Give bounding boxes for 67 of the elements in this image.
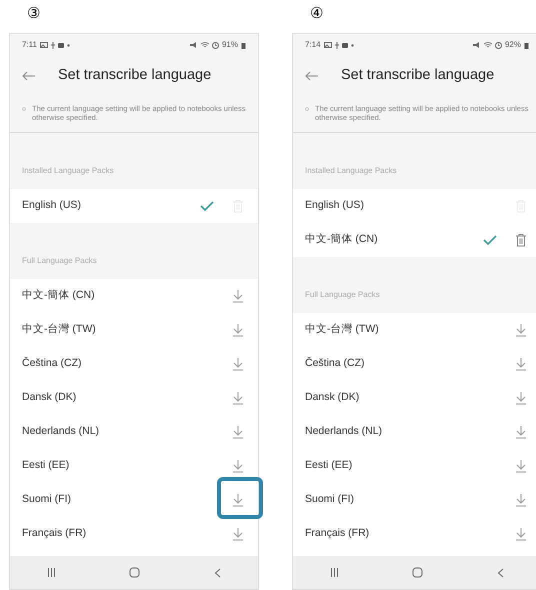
download-icon[interactable] [232,527,244,541]
language-name[interactable]: Suomi (FI) [22,492,232,508]
battery-icon [524,42,529,48]
wifi-icon [200,42,209,48]
info-dot-icon [22,107,26,111]
home-icon[interactable] [129,567,140,578]
language-name[interactable]: Dansk (DK) [305,390,515,406]
gallery-icon [40,42,48,48]
download-icon[interactable] [232,425,244,439]
language-name[interactable]: 中文-簡体 (CN) [305,232,483,248]
download-icon[interactable] [232,289,244,303]
download-icon[interactable] [232,357,244,371]
battery-level: 92% [504,39,521,51]
back-arrow-icon[interactable] [22,71,36,81]
download-icon[interactable] [515,391,527,405]
download-icon[interactable] [515,493,527,507]
alarm-icon [212,42,219,48]
language-name[interactable]: 中文-台灣 (TW) [305,322,515,338]
section-heading: Installed Language Packs [304,165,398,177]
download-icon[interactable] [232,391,244,405]
language-name[interactable]: English (US) [305,198,483,214]
mute-icon [190,42,198,48]
gallery-icon [324,42,332,48]
download-icon[interactable] [515,357,527,371]
step-label: ③ [26,4,41,24]
battery-level: 91% [222,39,238,51]
back-icon[interactable] [214,568,222,578]
download-icon[interactable] [232,323,244,337]
language-name[interactable]: Čeština (CZ) [305,356,515,372]
language-name[interactable]: Eesti (EE) [305,458,515,474]
home-icon[interactable] [412,567,424,578]
back-arrow-icon[interactable] [305,71,319,81]
language-name[interactable]: 中文-簡体 (CN) [22,288,232,304]
wifi-icon [484,42,492,48]
screen-title: Set transcribe language [58,66,212,86]
info-dot-icon [305,107,309,111]
download-icon[interactable] [515,425,527,439]
download-icon[interactable] [232,459,244,473]
section-heading: Full Language Packs [21,255,98,267]
download-icon[interactable] [515,323,527,337]
section-heading: Installed Language Packs [21,165,115,177]
dot-icon [350,44,354,46]
language-name[interactable]: 中文-台灣 (TW) [22,322,232,338]
download-icon[interactable] [515,527,527,541]
language-name[interactable]: Čeština (CZ) [22,356,232,372]
recents-icon[interactable] [330,568,339,577]
alarm-icon [494,42,502,48]
language-name[interactable]: Nederlands (NL) [305,424,515,440]
status-time: 7:14 [305,39,321,51]
mute-icon [472,42,481,48]
status-time: 7:11 [22,39,37,51]
screen-title: Set transcribe language [341,66,494,86]
recents-icon[interactable] [46,568,56,577]
trash-icon[interactable] [515,233,527,247]
back-icon[interactable] [497,568,504,578]
dot-icon [66,44,70,46]
language-name[interactable]: Suomi (FI) [305,492,515,508]
language-name[interactable]: Eesti (EE) [22,458,232,474]
language-name[interactable]: Nederlands (NL) [22,424,232,440]
section-heading: Full Language Packs [304,289,381,301]
download-icon[interactable] [515,459,527,473]
language-name[interactable]: Dansk (DK) [22,390,232,406]
step-label: ④ [309,4,324,24]
battery-icon [241,42,246,48]
language-name[interactable]: Français (FR) [305,526,515,542]
language-name[interactable]: Français (FR) [22,526,232,542]
download-icon[interactable] [232,493,244,507]
